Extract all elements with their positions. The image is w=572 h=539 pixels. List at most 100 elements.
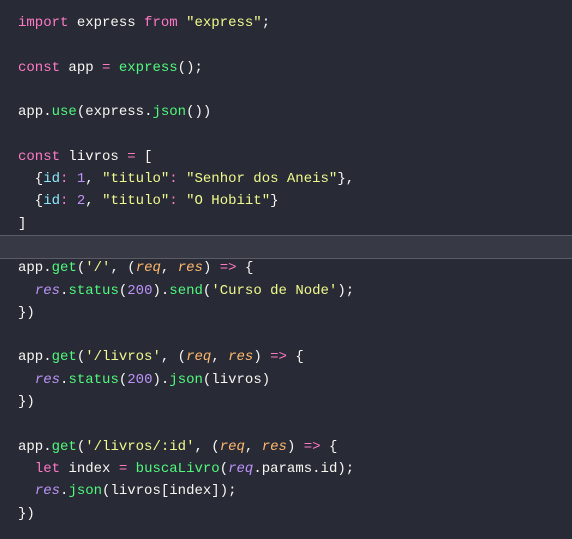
token-pun: . <box>43 439 51 455</box>
token-pun: ) <box>287 439 304 455</box>
token-pun: . <box>43 349 51 365</box>
token-pun: , <box>161 260 178 276</box>
token-pun: . <box>43 104 51 120</box>
token-pun: , ( <box>110 260 135 276</box>
token-kw: const <box>18 149 60 165</box>
code-line[interactable]: ] <box>18 213 554 235</box>
code-line[interactable]: {id: 2, "titulo": "O Hobiit"} <box>18 190 554 212</box>
token-op: = <box>119 461 127 477</box>
token-pun: ). <box>152 372 169 388</box>
token-var: params <box>262 461 312 477</box>
token-pun: , <box>85 171 102 187</box>
token-paramobj: res <box>35 372 60 388</box>
token-fn: json <box>68 483 102 499</box>
token-str: "Senhor dos Aneis" <box>186 171 337 187</box>
code-line[interactable]: app.get('/livros/:id', (req, res) => { <box>18 436 554 458</box>
token-pun: }) <box>18 305 35 321</box>
token-fn: send <box>169 283 203 299</box>
token-fn: json <box>152 104 186 120</box>
token-pun <box>136 15 144 31</box>
token-str: "O Hobiit" <box>186 193 270 209</box>
token-var: app <box>18 260 43 276</box>
token-fn: status <box>68 283 118 299</box>
token-pun: [ <box>136 149 153 165</box>
token-fn: get <box>52 439 77 455</box>
code-line[interactable]: app.get('/', (req, res) => { <box>18 257 554 279</box>
code-line[interactable]: app.get('/livros', (req, res) => { <box>18 346 554 368</box>
token-kw: import <box>18 15 68 31</box>
token-num: 2 <box>77 193 85 209</box>
token-str: "express" <box>186 15 262 31</box>
code-line[interactable]: }) <box>18 302 554 324</box>
token-var: livros <box>110 483 160 499</box>
token-var: app <box>18 104 43 120</box>
token-pun: ]); <box>211 483 236 499</box>
token-var: app <box>18 439 43 455</box>
token-fn: get <box>52 260 77 276</box>
token-op: : <box>169 193 177 209</box>
token-pun: , <box>211 349 228 365</box>
token-pun <box>18 372 35 388</box>
code-line[interactable]: const livros = [ <box>18 146 554 168</box>
code-line[interactable]: app.use(express.json()) <box>18 101 554 123</box>
code-line[interactable]: }) <box>18 391 554 413</box>
token-pun: ) <box>262 372 270 388</box>
token-pun: , <box>245 439 262 455</box>
token-pun: { <box>237 260 254 276</box>
token-kw: => <box>270 349 287 365</box>
token-param: req <box>220 439 245 455</box>
token-param: res <box>228 349 253 365</box>
token-pun: ; <box>262 15 270 31</box>
token-param: res <box>178 260 203 276</box>
token-pun: ( <box>77 349 85 365</box>
token-pun: }) <box>18 506 35 522</box>
token-pun: { <box>18 171 43 187</box>
code-line[interactable]: {id: 1, "titulo": "Senhor dos Aneis"}, <box>18 168 554 190</box>
code-line[interactable]: }) <box>18 503 554 525</box>
token-pun: . <box>253 461 261 477</box>
token-pun: }, <box>337 171 354 187</box>
token-pun <box>18 283 35 299</box>
token-pun <box>18 483 35 499</box>
token-pun <box>110 60 118 76</box>
code-line[interactable] <box>18 324 554 346</box>
token-pun: } <box>270 193 278 209</box>
token-pun: . <box>43 260 51 276</box>
token-param: res <box>262 439 287 455</box>
token-pun: ); <box>337 283 354 299</box>
token-var: app <box>68 60 93 76</box>
token-pun: . <box>312 461 320 477</box>
token-var: id <box>321 461 338 477</box>
token-pun: ). <box>152 283 169 299</box>
token-num: 200 <box>127 372 152 388</box>
token-str: '/livros' <box>85 349 161 365</box>
code-line[interactable]: res.status(200).json(livros) <box>18 369 554 391</box>
code-editor[interactable]: import express from "express"; const app… <box>0 0 572 537</box>
token-pun: ( <box>119 283 127 299</box>
token-pun <box>94 60 102 76</box>
token-prop: id <box>43 193 60 209</box>
token-op: : <box>169 171 177 187</box>
code-line[interactable]: import express from "express"; <box>18 12 554 34</box>
token-fn: get <box>52 349 77 365</box>
code-line[interactable]: res.json(livros[index]); <box>18 480 554 502</box>
token-var: index <box>68 461 110 477</box>
token-prop: id <box>43 171 60 187</box>
token-pun: , <box>85 193 102 209</box>
token-kw: => <box>304 439 321 455</box>
token-pun <box>110 461 118 477</box>
code-line[interactable] <box>18 79 554 101</box>
code-line[interactable]: const app = express(); <box>18 57 554 79</box>
token-pun: ( <box>119 372 127 388</box>
token-kw: from <box>144 15 178 31</box>
code-line[interactable] <box>18 34 554 56</box>
code-line[interactable] <box>18 123 554 145</box>
token-pun: ); <box>337 461 354 477</box>
code-line[interactable] <box>18 413 554 435</box>
code-line[interactable]: res.status(200).send('Curso de Node'); <box>18 280 554 302</box>
token-str: '/' <box>85 260 110 276</box>
code-line[interactable] <box>18 235 554 257</box>
code-line[interactable]: let index = buscaLivro(req.params.id); <box>18 458 554 480</box>
token-pun <box>68 193 76 209</box>
token-pun: { <box>18 193 43 209</box>
